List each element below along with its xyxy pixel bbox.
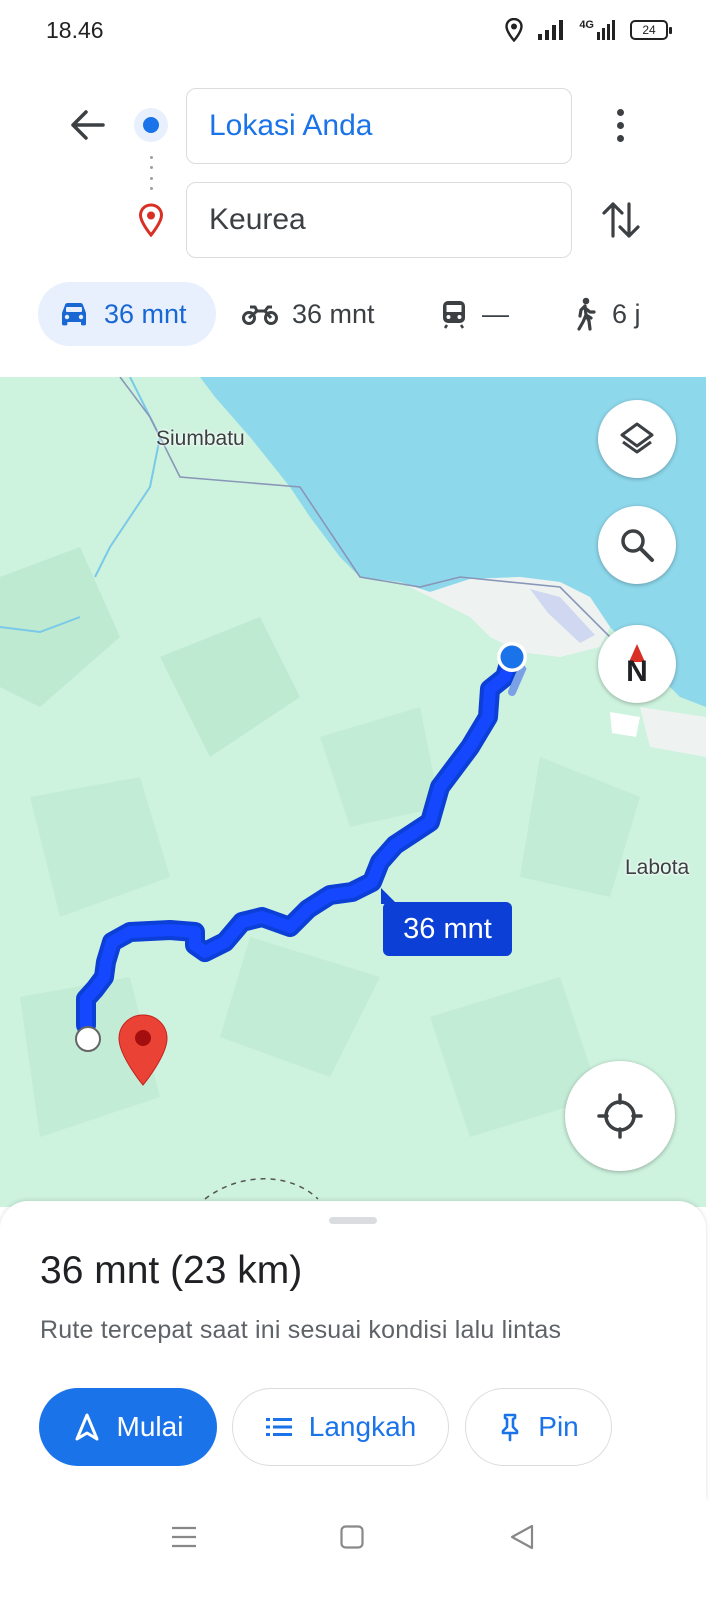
compass-label: N: [626, 655, 648, 688]
destination-input[interactable]: Keurea: [186, 182, 572, 258]
navigation-icon: [75, 1413, 99, 1441]
train-icon: [443, 301, 465, 329]
origin-dot-icon: [143, 117, 159, 133]
start-label: Mulai: [116, 1411, 184, 1442]
sheet-handle[interactable]: [329, 1217, 377, 1224]
signal-2-icon: [597, 20, 615, 40]
transit-duration: —: [482, 298, 509, 329]
my-location-icon: [597, 1093, 643, 1139]
destination-pin-icon[interactable]: [116, 1013, 170, 1087]
more-options-button[interactable]: [600, 102, 640, 148]
walk-duration: 6 j: [612, 298, 641, 329]
car-duration: 36 mnt: [104, 298, 187, 329]
search-icon: [621, 529, 654, 562]
status-icons: 4G 24: [505, 18, 672, 42]
menu-icon: [172, 1526, 196, 1548]
back-triangle-icon: [510, 1524, 534, 1550]
layers-icon: [620, 422, 654, 454]
nav-menu-button[interactable]: [154, 1512, 214, 1562]
steps-button[interactable]: Langkah: [232, 1388, 449, 1466]
swap-icon[interactable]: [598, 196, 644, 244]
network-indicator: 4G: [579, 19, 616, 41]
route-subtitle: Rute tercepat saat ini sesuai kondisi la…: [40, 1316, 562, 1344]
signal-icon: [538, 20, 564, 40]
map-label-labota: Labota: [625, 856, 690, 879]
tab-transit[interactable]: —: [440, 282, 509, 346]
route-summary-sheet: 36 mnt (23 km) Rute tercepat saat ini se…: [0, 1201, 706, 1501]
car-icon: [62, 303, 86, 326]
pin-label: Pin: [538, 1411, 579, 1442]
tab-walk[interactable]: 6 j: [572, 282, 641, 346]
map-view[interactable]: Siumbatu Labota 36 mnt N: [0, 377, 706, 1207]
steps-label: Langkah: [308, 1411, 417, 1442]
route-summary: 36 mnt (23 km): [40, 1249, 303, 1292]
pin-button[interactable]: Pin: [465, 1388, 612, 1466]
back-button[interactable]: [62, 102, 112, 148]
current-location-dot-icon: [497, 642, 527, 672]
status-time: 18.46: [46, 17, 104, 43]
route-connector: [148, 156, 154, 190]
nav-home-button[interactable]: [322, 1512, 382, 1562]
travel-mode-tabs: 36 mnt 36 mnt — 6 j: [0, 282, 720, 346]
pin-icon: [501, 1413, 519, 1442]
location-status-icon: [505, 18, 524, 42]
network-type: 4G: [579, 19, 594, 31]
list-icon: [265, 1418, 292, 1436]
my-location-button[interactable]: [565, 1061, 675, 1171]
battery-indicator: 24: [630, 20, 672, 40]
tab-motorcycle[interactable]: 36 mnt: [242, 282, 375, 346]
map-label-siumbatu: Siumbatu: [156, 427, 245, 450]
back-arrow-icon: [71, 110, 105, 140]
tab-car[interactable]: 36 mnt: [38, 282, 216, 346]
layers-button[interactable]: [598, 400, 676, 478]
start-button[interactable]: Mulai: [39, 1388, 217, 1466]
compass-button[interactable]: N: [598, 625, 676, 703]
route-duration-callout[interactable]: 36 mnt: [381, 888, 512, 956]
status-bar: 18.46 4G 24: [0, 0, 720, 64]
nav-back-button[interactable]: [492, 1512, 552, 1562]
destination-pin-icon: [138, 203, 164, 237]
origin-input[interactable]: Lokasi Anda: [186, 88, 572, 164]
search-along-route-button[interactable]: [598, 506, 676, 584]
walk-icon: [577, 297, 596, 331]
more-vert-icon: [616, 108, 624, 116]
system-nav-bar: [0, 1500, 720, 1600]
origin-marker: [134, 108, 168, 142]
motorcycle-icon: [242, 305, 278, 325]
home-square-icon: [340, 1525, 364, 1549]
motorcycle-duration: 36 mnt: [292, 298, 375, 329]
